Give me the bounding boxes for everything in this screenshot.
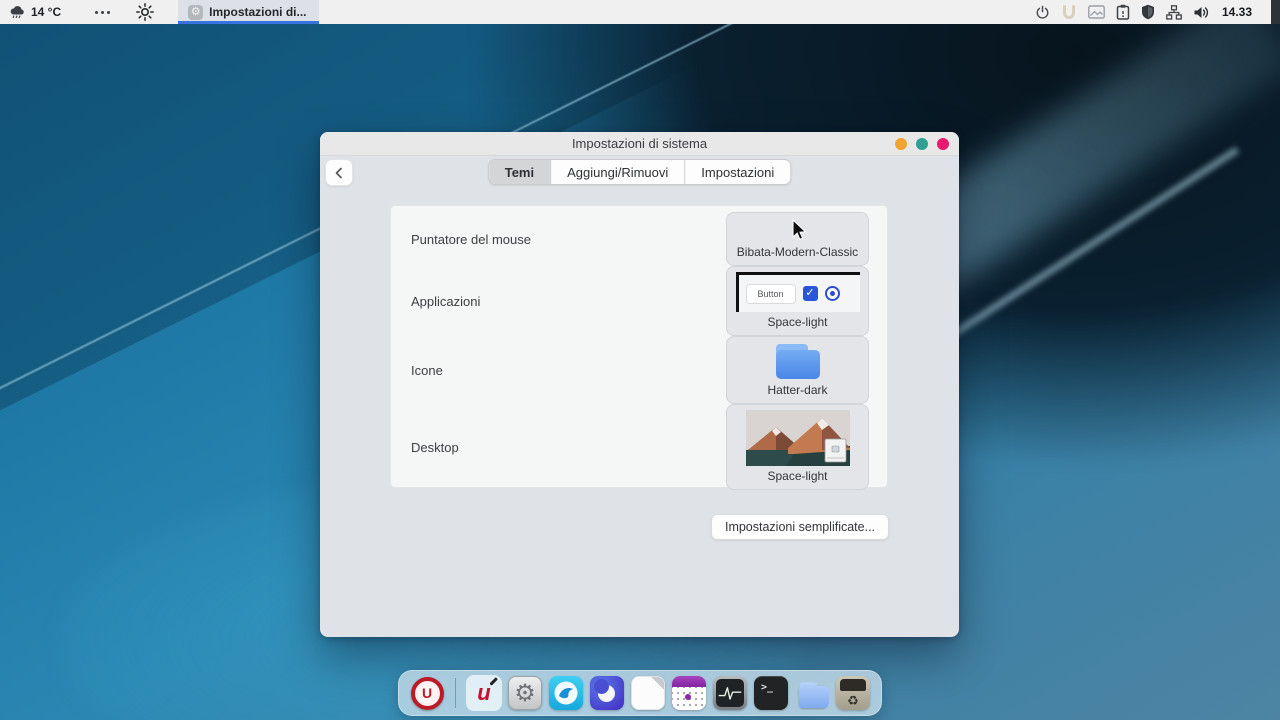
tab-aggiungi-rimuovi[interactable]: Aggiungi/Rimuovi <box>550 160 684 184</box>
files-folder-icon <box>795 676 829 710</box>
notes-icon <box>631 676 665 710</box>
minimize-button[interactable] <box>895 138 907 150</box>
theme-value: Hatter-dark <box>767 383 827 397</box>
window-toolbar: Temi Aggiungi/Rimuovi Impostazioni <box>320 156 959 192</box>
row-applications: Applicazioni Button ✓ Space-light <box>411 266 869 336</box>
dock-text-tool[interactable]: u <box>465 674 503 712</box>
top-panel: 14 °C ⚙ Impostazioni di... <box>0 0 1280 24</box>
row-label: Desktop <box>411 440 459 455</box>
dock-settings[interactable]: ⚙ <box>506 674 544 712</box>
dock-browser[interactable] <box>547 674 585 712</box>
themes-panel: Puntatore del mouse Bibata-Modern-Classi… <box>390 205 888 488</box>
row-label: Puntatore del mouse <box>411 232 531 247</box>
back-button[interactable] <box>325 159 353 186</box>
dock-mail[interactable] <box>588 674 626 712</box>
simplified-settings-button[interactable]: Impostazioni semplificate... <box>711 514 889 540</box>
weather-widget[interactable]: 14 °C <box>0 0 71 24</box>
dock-terminal[interactable]: >_ <box>752 674 790 712</box>
taskbar-active-window[interactable]: ⚙ Impostazioni di... <box>178 0 318 24</box>
row-icons: Icone Hatter-dark <box>411 336 869 404</box>
sun-icon <box>136 3 154 21</box>
dock-separator <box>455 678 456 708</box>
icons-theme-button[interactable]: Hatter-dark <box>726 336 869 404</box>
theme-value: Bibata-Modern-Classic <box>737 245 858 259</box>
terminal-icon: >_ <box>754 676 788 710</box>
sample-checkbox-icon: ✓ <box>803 286 818 301</box>
browser-icon <box>549 676 583 710</box>
trash-icon: ♻ <box>836 676 870 710</box>
settings-gear-icon: ⚙ <box>188 5 203 20</box>
mouse-pointer-theme-button[interactable]: Bibata-Modern-Classic <box>726 212 869 266</box>
clipboard-icon[interactable] <box>1116 4 1130 20</box>
dock-notes[interactable] <box>629 674 667 712</box>
mountain-wallpaper-thumbnail <box>746 410 850 466</box>
settings-gear-icon: ⚙ <box>508 676 542 710</box>
volume-icon[interactable] <box>1193 5 1210 20</box>
dock-calendar[interactable] <box>670 674 708 712</box>
active-window-title: Impostazioni di... <box>209 5 306 19</box>
window-titlebar[interactable]: Impostazioni di sistema <box>320 132 959 156</box>
screenshot-icon[interactable] <box>1088 5 1105 19</box>
desktop: 14 °C ⚙ Impostazioni di... <box>0 0 1280 720</box>
sample-button: Button <box>746 284 796 304</box>
window-controls <box>895 132 949 155</box>
calendar-icon <box>672 676 706 710</box>
settings-window: Impostazioni di sistema Temi Aggiungi/Ri… <box>320 132 959 637</box>
dock-trash[interactable]: ♻ <box>834 674 872 712</box>
power-icon[interactable] <box>1035 5 1050 20</box>
dock: U u ⚙ <box>398 670 882 716</box>
close-button[interactable] <box>937 138 949 150</box>
panel-overflow-menu[interactable] <box>71 11 124 14</box>
network-icon[interactable] <box>1166 5 1182 20</box>
folder-icon <box>775 342 821 380</box>
widget-sample-preview: Button ✓ <box>736 272 860 312</box>
dock-app-launcher[interactable]: U <box>408 674 446 712</box>
chevron-left-icon <box>333 166 345 180</box>
weather-temp: 14 °C <box>31 5 61 19</box>
tab-temi[interactable]: Temi <box>489 160 550 184</box>
shield-icon[interactable] <box>1141 4 1155 20</box>
clock[interactable]: 14.33 <box>1221 5 1252 19</box>
launcher-logo-icon: U <box>411 677 444 710</box>
cursor-arrow-icon <box>787 218 809 242</box>
window-title: Impostazioni di sistema <box>572 136 707 151</box>
desktop-theme-button[interactable]: Space-light <box>726 404 869 490</box>
row-label: Applicazioni <box>411 294 480 309</box>
dock-system-monitor[interactable] <box>711 674 749 712</box>
weather-cloud-icon <box>9 5 26 19</box>
brightness-icon[interactable] <box>124 0 166 24</box>
dock-files[interactable] <box>793 674 831 712</box>
mail-icon <box>590 676 624 710</box>
applications-theme-button[interactable]: Button ✓ Space-light <box>726 266 869 336</box>
theme-value: Space-light <box>767 469 827 483</box>
system-monitor-icon <box>713 676 747 710</box>
text-tool-icon: u <box>477 682 490 704</box>
row-desktop: Desktop <box>411 404 869 490</box>
row-mouse-pointer: Puntatore del mouse Bibata-Modern-Classi… <box>411 212 869 266</box>
sample-radio-icon <box>825 286 840 301</box>
tab-impostazioni[interactable]: Impostazioni <box>684 160 790 184</box>
row-label: Icone <box>411 363 443 378</box>
tab-bar: Temi Aggiungi/Rimuovi Impostazioni <box>488 159 792 185</box>
theme-value: Space-light <box>767 315 827 329</box>
show-desktop-button[interactable] <box>1271 0 1280 24</box>
maximize-button[interactable] <box>916 138 928 150</box>
ulauncher-icon[interactable] <box>1061 4 1077 20</box>
